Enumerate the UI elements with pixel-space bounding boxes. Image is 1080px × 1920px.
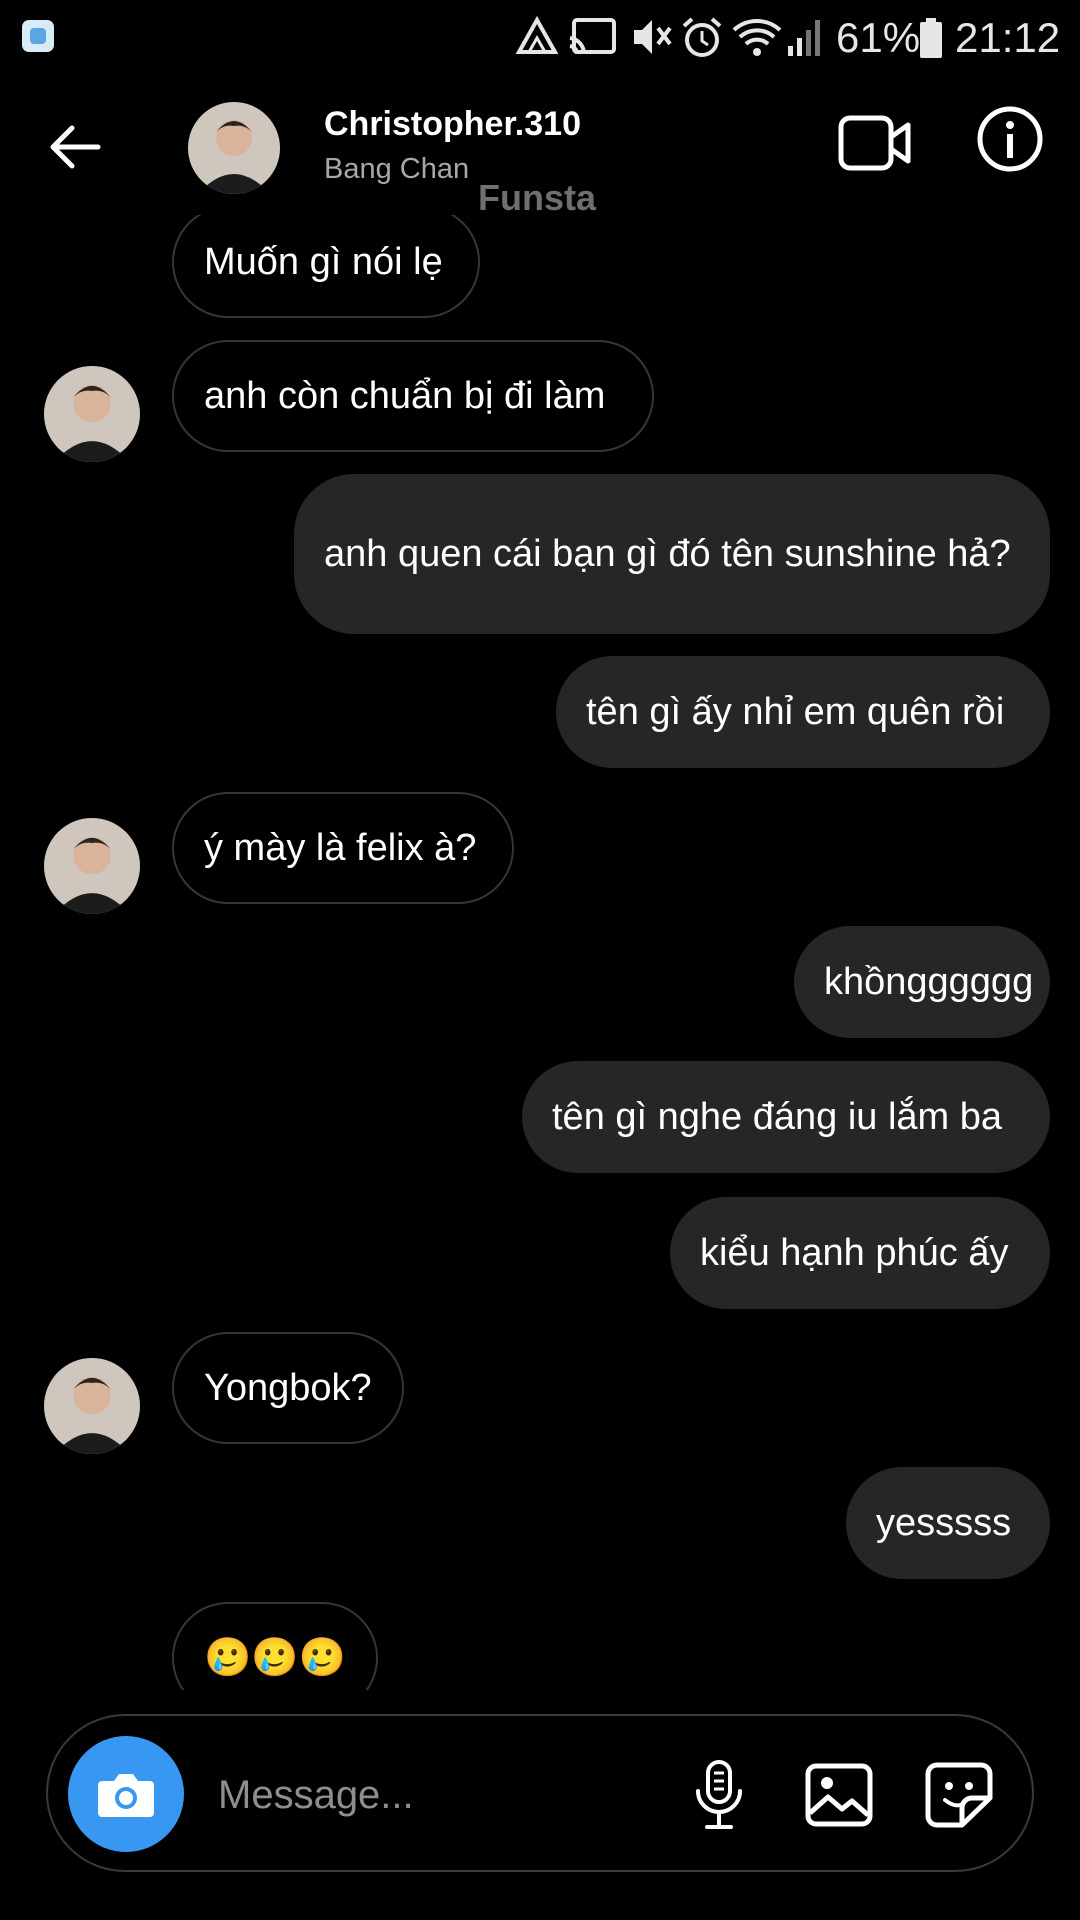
message-bubble-incoming[interactable]: Muốn gì nói lẹ [172, 206, 480, 318]
message-text: khồngggggg [824, 961, 1034, 1003]
microphone-icon [696, 1760, 742, 1829]
funsta-watermark: Funsta [478, 177, 597, 218]
message-bubble-incoming[interactable]: Yongbok? [172, 1332, 404, 1444]
camera-icon [98, 1774, 154, 1817]
sticker-icon [925, 1762, 993, 1828]
message-bubble-incoming[interactable]: anh còn chuẩn bị đi làm [172, 340, 654, 452]
sticker-button[interactable] [920, 1756, 998, 1834]
message-text: anh còn chuẩn bị đi làm [204, 375, 606, 417]
sender-avatar[interactable] [44, 366, 140, 462]
chat-full-name: Bang Chan [324, 153, 470, 185]
message-bubble-incoming[interactable]: ý mày là felix à? [172, 792, 514, 904]
gallery-icon [805, 1763, 873, 1827]
message-text: Muốn gì nói lẹ [204, 241, 443, 283]
message-text: kiểu hạnh phúc ấy [700, 1232, 1009, 1274]
sender-avatar[interactable] [44, 1358, 140, 1454]
camera-button[interactable] [68, 1736, 184, 1852]
header-avatar[interactable] [188, 102, 280, 194]
message-bubble-outgoing[interactable]: kiểu hạnh phúc ấy [670, 1197, 1050, 1309]
message-bubble-outgoing[interactable]: anh quen cái bạn gì đó tên sunshine hả? [294, 474, 1050, 634]
message-text: yesssss [876, 1502, 1012, 1544]
chat-username[interactable]: Christopher.310 [324, 105, 581, 144]
chat-header: Christopher.310 Bang Chan Funsta [0, 75, 1080, 218]
message-bubble-outgoing[interactable]: tên gì ấy nhỉ em quên rồi [556, 656, 1050, 768]
message-input[interactable] [216, 1756, 680, 1834]
gallery-button[interactable] [800, 1756, 878, 1834]
message-bubble-outgoing[interactable]: khồngggggg [794, 926, 1050, 1038]
video-call-icon[interactable] [838, 113, 912, 173]
sender-avatar[interactable] [44, 818, 140, 914]
message-text: tên gì nghe đáng iu lắm ba [552, 1096, 1003, 1138]
message-bubble-outgoing[interactable]: yesssss [846, 1467, 1050, 1579]
message-text: Yongbok? [204, 1367, 372, 1409]
message-composer [46, 1714, 1034, 1872]
voice-message-button[interactable] [680, 1756, 758, 1834]
message-thread[interactable]: Muốn gì nói lẹ anh còn chuẩn bị đi làm a… [0, 0, 1080, 1690]
message-bubble-outgoing[interactable]: tên gì nghe đáng iu lắm ba [522, 1061, 1050, 1173]
back-arrow-icon[interactable] [48, 123, 102, 171]
message-text: ý mày là felix à? [204, 827, 477, 869]
info-icon[interactable] [976, 105, 1044, 173]
message-text: 🥲🥲🥲 [204, 1637, 346, 1679]
message-text: anh quen cái bạn gì đó tên sunshine hả? [324, 533, 1011, 575]
message-text: tên gì ấy nhỉ em quên rồi [586, 691, 1005, 733]
message-bubble-incoming[interactable]: 🥲🥲🥲 [172, 1602, 378, 1690]
